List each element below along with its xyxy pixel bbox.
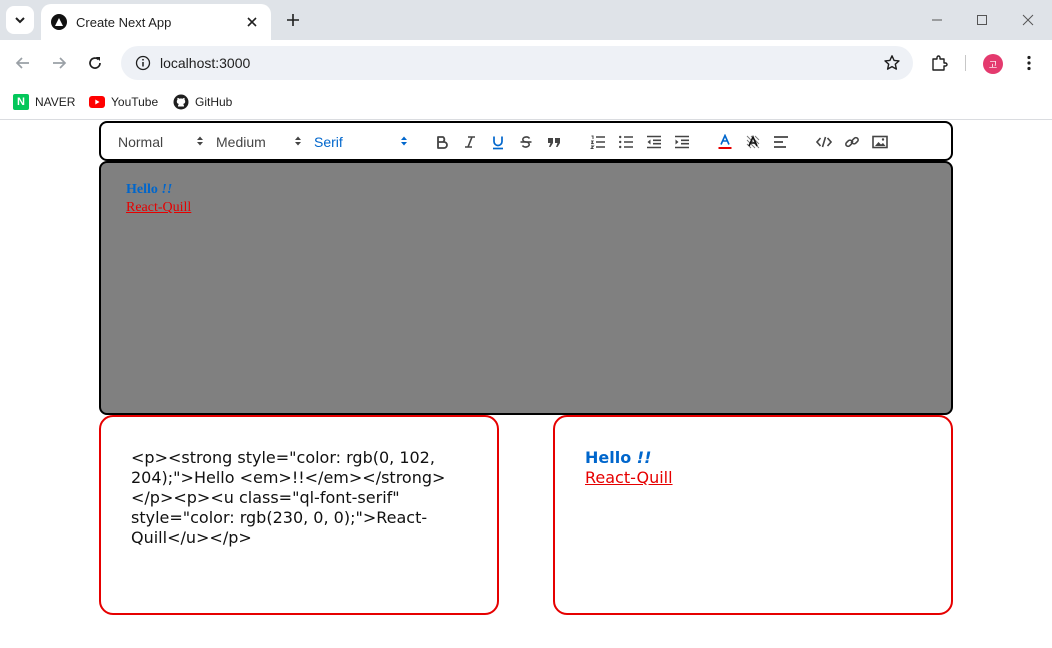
- preview-line-2: React-Quill: [585, 468, 673, 487]
- maximize-button[interactable]: [969, 8, 995, 32]
- size-picker-label: Medium: [216, 134, 266, 150]
- bold-icon: [437, 136, 448, 149]
- html-output-panel: <p><strong style="color: rgb(0, 102, 204…: [99, 415, 499, 615]
- editor-line-2: React-Quill: [126, 200, 192, 215]
- outdent-button[interactable]: [644, 132, 664, 152]
- header-picker[interactable]: Normal: [118, 133, 204, 151]
- star-icon[interactable]: [883, 54, 901, 72]
- underline-button[interactable]: [488, 132, 508, 152]
- new-tab-button[interactable]: [282, 9, 304, 31]
- background-color-button[interactable]: [743, 132, 763, 152]
- blockquote-button[interactable]: [544, 132, 564, 152]
- picker-arrows-icon: [295, 136, 301, 146]
- browser-toolbar: localhost:3000 고: [0, 40, 1052, 86]
- picker-arrows-icon: [197, 136, 203, 146]
- back-button[interactable]: [9, 49, 37, 77]
- italic-button[interactable]: [460, 132, 480, 152]
- address-url[interactable]: localhost:3000: [160, 55, 883, 71]
- tab-strip: Create Next App: [0, 0, 1052, 40]
- align-button[interactable]: [771, 132, 791, 152]
- bookmark-label: NAVER: [35, 95, 76, 109]
- editor-line-1: Hello !!: [126, 181, 926, 199]
- underline-icon: [493, 136, 503, 149]
- html-output-code: <p><strong style="color: rgb(0, 102, 204…: [131, 448, 446, 547]
- strikethrough-icon: [520, 136, 532, 148]
- text-color-button[interactable]: [715, 132, 735, 152]
- nextjs-favicon-icon: [51, 14, 67, 30]
- bookmark-github[interactable]: GitHub: [173, 92, 232, 112]
- header-picker-label: Normal: [118, 134, 164, 150]
- align-left-icon: [774, 136, 788, 148]
- reload-icon: [89, 57, 101, 69]
- picker-arrows-icon: [401, 136, 407, 146]
- chevron-down-icon: [15, 17, 25, 24]
- link-button[interactable]: [842, 132, 862, 152]
- outdent-icon: [647, 135, 661, 149]
- close-icon: [1022, 14, 1034, 26]
- rendered-preview-panel: Hello !! React-Quill: [553, 415, 953, 615]
- editor-line-1-text: Hello: [126, 182, 162, 197]
- indent-icon: [675, 135, 689, 149]
- editor-toolbar: Normal Medium Serif: [99, 121, 953, 161]
- link-icon: [845, 136, 859, 148]
- github-icon: [173, 94, 189, 110]
- arrow-right-icon: [53, 57, 67, 69]
- size-picker[interactable]: Medium: [216, 133, 302, 151]
- minimize-button[interactable]: [924, 8, 950, 32]
- close-window-button[interactable]: [1015, 8, 1041, 32]
- preview-line-1: Hello !!: [585, 448, 921, 468]
- bullet-list-button[interactable]: [616, 132, 636, 152]
- code-block-button[interactable]: [814, 132, 834, 152]
- bullet-list-icon: [619, 135, 633, 149]
- profile-avatar[interactable]: 고: [983, 54, 1003, 74]
- puzzle-icon: [932, 55, 948, 71]
- extensions-button[interactable]: [925, 49, 953, 77]
- font-picker[interactable]: Serif: [314, 133, 408, 151]
- bookmarks-bar: N NAVER YouTube GitHub: [0, 86, 1052, 120]
- site-info-icon[interactable]: [135, 55, 151, 71]
- indent-button[interactable]: [672, 132, 692, 152]
- bookmark-youtube[interactable]: YouTube: [89, 92, 158, 112]
- strike-button[interactable]: [516, 132, 536, 152]
- reload-button[interactable]: [81, 49, 109, 77]
- tab-title: Create Next App: [76, 14, 172, 30]
- bookmark-label: GitHub: [195, 95, 233, 109]
- arrow-left-icon: [15, 57, 29, 69]
- minimize-icon: [932, 19, 942, 21]
- naver-icon: N: [13, 94, 29, 110]
- youtube-icon: [89, 96, 105, 108]
- preview-line-1-emphasis: !!: [636, 448, 652, 467]
- bold-button[interactable]: [432, 132, 452, 152]
- kebab-menu-icon: [1027, 55, 1031, 71]
- ordered-list-button[interactable]: [588, 132, 608, 152]
- font-picker-label: Serif: [314, 134, 343, 150]
- rich-text-editor[interactable]: Hello !! React-Quill: [99, 161, 953, 415]
- bookmark-naver[interactable]: N NAVER: [13, 92, 75, 112]
- quote-icon: [548, 138, 560, 147]
- toolbar-divider: [965, 55, 966, 71]
- tab-search-button[interactable]: [6, 6, 34, 34]
- maximize-icon: [977, 15, 987, 25]
- plus-icon: [287, 14, 299, 26]
- code-icon: [816, 136, 832, 148]
- bookmark-label: YouTube: [111, 95, 159, 109]
- address-bar[interactable]: localhost:3000: [121, 46, 913, 80]
- image-icon: [872, 135, 888, 149]
- preview-line-1-text: Hello: [585, 448, 637, 467]
- italic-icon: [465, 136, 475, 148]
- browser-tab[interactable]: Create Next App: [41, 4, 271, 40]
- text-color-icon: [718, 134, 732, 149]
- tab-close-icon[interactable]: [243, 13, 261, 31]
- ordered-list-icon: [590, 135, 605, 149]
- background-color-icon: [746, 135, 760, 149]
- image-button[interactable]: [870, 132, 890, 152]
- menu-button[interactable]: [1015, 49, 1043, 77]
- forward-button[interactable]: [45, 49, 73, 77]
- editor-line-1-emphasis: !!: [161, 182, 173, 197]
